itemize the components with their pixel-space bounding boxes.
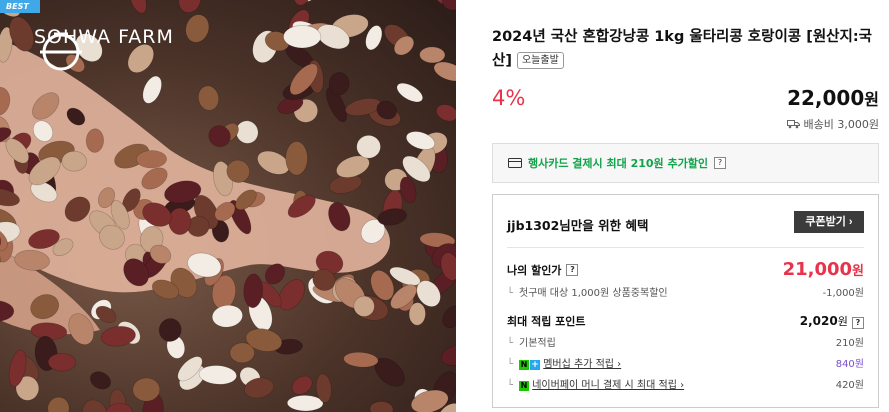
bean-shape [283,25,322,49]
bean-shape [419,46,446,64]
max-points-label: 최대 적립 포인트 [507,315,586,328]
bean-shape [285,141,308,176]
sohwa-logo-icon [40,32,82,71]
first-purchase-label: 첫구매 대상 1,000원 상품중복할인 [519,288,668,299]
membership-value: 840원 [835,359,864,370]
npay-money-label-wrap: └ N 네이버페이 머니 결제 시 최대 적립 › [507,380,685,391]
product-title: 2024년 국산 혼합강낭콩 1kg 울타리콩 호랑이콩 [원산지:국산] 오늘출… [492,25,880,73]
basic-points-value: 210원 [835,338,864,349]
naver-pay-icon: N [519,381,530,391]
plus-icon: + [530,360,541,370]
bean-shape [436,104,456,122]
bean-shape [396,82,423,103]
bean-shape [369,401,394,412]
max-points-row: 최대 적립 포인트 2,020원 ? [507,313,864,329]
shipping-info: 배송비 3,000원 [786,116,879,132]
bean-shape [197,85,220,111]
max-points-currency: 원 [837,315,848,328]
delivery-tag: 오늘출발 [516,52,564,69]
npay-money-link[interactable]: 네이버페이 머니 결제 시 최대 적립 › [532,380,684,391]
help-icon[interactable]: ? [852,317,864,329]
help-icon[interactable]: ? [566,263,579,276]
shipping-text: 배송비 3,000원 [803,118,879,131]
divider [507,247,864,248]
bean-shape [442,305,456,329]
basic-points-label: 기본적립 [519,338,556,349]
benefit-panel: jjb1302님만을 위한 혜택 쿠폰받기 › 나의 할인가? 21,000원 … [492,194,879,408]
bean-shape [168,207,192,235]
bean-shape [132,377,161,402]
benefit-heading: jjb1302님만을 위한 혜택 [507,218,649,233]
bean-shape [61,150,87,172]
bean-shape [47,396,70,412]
my-discount-label: 나의 할인가 [507,263,562,277]
first-purchase-row: └ 첫구매 대상 1,000원 상품중복할인 -1,000원 [507,284,864,299]
my-discount-label-wrap: 나의 할인가? [507,262,579,278]
npay-money-value: 420원 [835,380,864,391]
max-points-value: 2,020 [799,314,838,328]
credit-card-icon [508,158,522,168]
truck-icon [786,120,800,129]
bean-shape [198,365,237,385]
product-price: 22,000원 [787,86,879,110]
bean-shape [440,343,456,366]
npay-money-row[interactable]: └ N 네이버페이 머니 결제 시 최대 적립 › 420원 [507,376,864,391]
product-image[interactable]: BEST SOHWA FARM [0,0,456,412]
product-info: 2024년 국산 혼합강낭콩 1kg 울타리콩 호랑이콩 [원산지:국산] 오늘출… [492,0,882,412]
membership-label-wrap: └ N + 멤버십 추가 적립 › [507,359,622,370]
best-badge: BEST [0,0,40,13]
bean-shape [185,14,210,43]
my-discount-row: 나의 할인가? 21,000원 [507,259,864,280]
bean-shape [142,75,162,104]
bean-shape [343,351,379,368]
card-promo-text: 행사카드 결제시 최대 210원 추가할인 [528,157,708,170]
bean-shape [211,304,243,328]
bean-shape [287,395,324,412]
get-coupon-button[interactable]: 쿠폰받기 › [794,211,864,233]
bean-shape [356,135,381,159]
max-points-wrap: 2,020원 ? [800,313,864,329]
bean-shape [136,150,167,169]
price-value: 22,000 [787,86,865,110]
help-icon[interactable]: ? [713,157,726,169]
basic-points-row: └ 기본적립 210원 [507,334,864,349]
bean-shape [129,0,147,14]
my-discount-price-value: 21,000 [782,259,853,280]
brand-watermark: SOHWA FARM [34,26,174,71]
membership-link[interactable]: 멤버십 추가 적립 › [543,359,621,370]
my-discount-currency: 원 [852,264,864,279]
discount-rate: 4% [492,86,526,110]
membership-row[interactable]: └ N + 멤버십 추가 적립 › 840원 [507,355,864,370]
bean-shape [90,371,111,390]
bean-shape [293,0,313,6]
naver-n-icon: N [519,360,530,370]
first-purchase-value: -1,000원 [822,288,864,299]
bean-shape [291,375,313,395]
price-currency: 원 [864,90,879,109]
card-promotion[interactable]: 행사카드 결제시 최대 210원 추가할인 ? [492,143,879,183]
bean-shape [178,0,201,13]
my-discount-price: 21,000원 [783,259,864,280]
bean-shape [47,352,77,372]
basic-points-label-wrap: └ 기본적립 [507,338,556,349]
first-purchase-label-wrap: └ 첫구매 대상 1,000원 상품중복할인 [507,288,668,299]
